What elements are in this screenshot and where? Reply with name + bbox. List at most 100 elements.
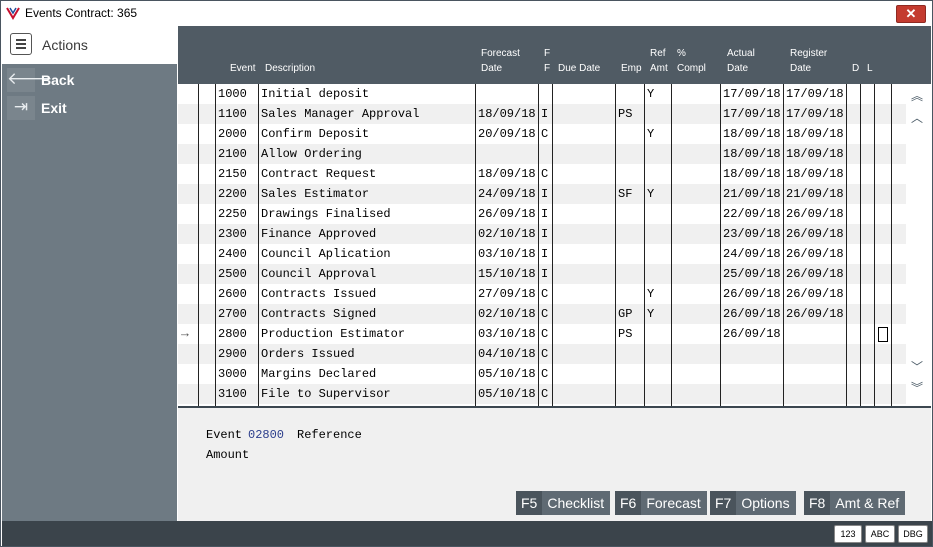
cell-register-date[interactable]: 26/09/18 <box>786 224 844 244</box>
cell-actual-date[interactable]: 22/09/18 <box>723 204 781 224</box>
col-d[interactable]: D <box>852 61 859 76</box>
cell-event[interactable]: 2200 <box>218 184 247 204</box>
cell-description[interactable]: Contract Request <box>261 164 376 184</box>
table-row[interactable]: 2400 Council Aplication 03/10/18 I 24/09/18 2… <box>178 244 931 264</box>
cell-ff[interactable]: C <box>541 124 548 144</box>
cell-actual-date[interactable]: 26/09/18 <box>723 324 781 344</box>
cell-description[interactable]: Allow Ordering <box>261 144 362 164</box>
menu-icon[interactable] <box>10 33 32 55</box>
table-row[interactable]: 2150 Contract Request 18/09/18 C 18/09/18 18/… <box>178 164 931 184</box>
cell-ref-amt[interactable]: Y <box>647 304 654 324</box>
cell-register-date[interactable]: 18/09/18 <box>786 144 844 164</box>
cell-register-date[interactable]: 26/09/18 <box>786 244 844 264</box>
close-button[interactable]: ✕ <box>896 5 926 23</box>
cell-actual-date[interactable]: 18/09/18 <box>723 164 781 184</box>
cell-description[interactable]: Drawings Finalised <box>261 204 391 224</box>
cell-event[interactable]: 2600 <box>218 284 247 304</box>
exit-button[interactable]: ⇥ Exit <box>2 96 177 120</box>
cell-actual-date[interactable]: 26/09/18 <box>723 284 781 304</box>
table-row[interactable]: 2200 Sales Estimator 24/09/18 I SF Y 21/09/18 2… <box>178 184 931 204</box>
col-ref-1[interactable]: Ref <box>650 46 666 61</box>
cell-register-date[interactable]: 21/09/18 <box>786 184 844 204</box>
cell-description[interactable]: Contracts Signed <box>261 304 376 324</box>
cell-ref-amt[interactable]: Y <box>647 184 654 204</box>
cell-forecast-date[interactable]: 15/10/18 <box>478 264 536 284</box>
col-compl-1[interactable]: % <box>677 46 686 61</box>
cell-event[interactable]: 2150 <box>218 164 247 184</box>
cell-description[interactable]: Production Estimator <box>261 324 405 344</box>
mode-123-button[interactable]: 123 <box>834 525 862 543</box>
table-row[interactable]: 2700 Contracts Signed 02/10/18 C GP Y 26/09/18… <box>178 304 931 324</box>
table-row[interactable]: 3000 Margins Declared 05/10/18 C <box>178 364 931 384</box>
cell-actual-date[interactable]: 24/09/18 <box>723 244 781 264</box>
cell-emp[interactable]: SF <box>618 184 632 204</box>
cell-ff[interactable]: C <box>541 284 548 304</box>
table-row[interactable]: 2500 Council Approval 15/10/18 I 25/09/18 26/… <box>178 264 931 284</box>
f6-forecast-button[interactable]: F6 Forecast <box>615 491 707 515</box>
cell-ref-amt[interactable]: Y <box>647 124 654 144</box>
actions-header[interactable]: Actions <box>2 26 177 64</box>
cell-ff[interactable]: I <box>541 204 548 224</box>
col-ref-2[interactable]: Amt <box>650 61 668 76</box>
cell-description[interactable]: File to Supervisor <box>261 384 391 404</box>
table-row[interactable]: 2900 Orders Issued 04/10/18 C <box>178 344 931 364</box>
cell-forecast-date[interactable]: 02/10/18 <box>478 224 536 244</box>
cell-actual-date[interactable]: 23/09/18 <box>723 224 781 244</box>
col-register-2[interactable]: Date <box>790 61 811 76</box>
col-event[interactable]: Event <box>230 61 256 76</box>
cell-register-date[interactable]: 18/09/18 <box>786 164 844 184</box>
cell-description[interactable]: Council Approval <box>261 264 376 284</box>
cell-description[interactable]: Margins Declared <box>261 364 376 384</box>
cell-event[interactable]: 2300 <box>218 224 247 244</box>
cell-ff[interactable]: C <box>541 304 548 324</box>
cell-forecast-date[interactable]: 03/10/18 <box>478 244 536 264</box>
cell-emp[interactable]: PS <box>618 104 632 124</box>
col-due-date[interactable]: Due Date <box>558 61 600 76</box>
cell-ff[interactable]: I <box>541 264 548 284</box>
cell-forecast-date[interactable]: 02/10/18 <box>478 304 536 324</box>
scroll-up-icon[interactable]: ︿ <box>911 112 923 124</box>
col-actual-2[interactable]: Date <box>727 61 748 76</box>
cell-forecast-date[interactable]: 05/10/18 <box>478 384 536 404</box>
col-l[interactable]: L <box>867 61 873 76</box>
cell-event[interactable]: 1000 <box>218 84 247 104</box>
cell-actual-date[interactable]: 25/09/18 <box>723 264 781 284</box>
cell-register-date[interactable]: 26/09/18 <box>786 284 844 304</box>
col-emp[interactable]: Emp <box>621 61 642 76</box>
cell-forecast-date[interactable]: 26/09/18 <box>478 204 536 224</box>
cell-ff[interactable]: C <box>541 364 548 384</box>
cell-register-date[interactable]: 26/09/18 <box>786 204 844 224</box>
f7-options-button[interactable]: F7 Options <box>710 491 796 515</box>
mode-dbg-button[interactable]: DBG <box>898 525 928 543</box>
table-row[interactable]: 2800 Production Estimator 03/10/18 C PS 26/09… <box>178 324 931 344</box>
cell-register-date[interactable]: 18/09/18 <box>786 124 844 144</box>
f5-checklist-button[interactable]: F5 Checklist <box>516 491 611 515</box>
cell-register-date[interactable]: 17/09/18 <box>786 104 844 124</box>
cell-ff[interactable]: C <box>541 344 548 364</box>
cell-event[interactable]: 2000 <box>218 124 247 144</box>
cell-event[interactable]: 2250 <box>218 204 247 224</box>
cell-ff[interactable]: I <box>541 244 548 264</box>
cell-event[interactable]: 2500 <box>218 264 247 284</box>
col-description[interactable]: Description <box>265 61 315 76</box>
col-forecast-1[interactable]: Forecast <box>481 46 520 61</box>
cell-description[interactable]: Sales Manager Approval <box>261 104 419 124</box>
scroll-top-icon[interactable]: ︽ <box>911 90 923 102</box>
cell-forecast-date[interactable]: 27/09/18 <box>478 284 536 304</box>
cell-event[interactable]: 2100 <box>218 144 247 164</box>
col-forecast-2[interactable]: Date <box>481 61 502 76</box>
cell-actual-date[interactable]: 21/09/18 <box>723 184 781 204</box>
cell-emp[interactable]: GP <box>618 304 632 324</box>
cell-emp[interactable]: PS <box>618 324 632 344</box>
table-row[interactable]: 2300 Finance Approved 02/10/18 I 23/09/18 26/… <box>178 224 931 244</box>
cell-actual-date[interactable]: 17/09/18 <box>723 84 781 104</box>
cell-register-date[interactable]: 17/09/18 <box>786 84 844 104</box>
cell-event[interactable]: 2400 <box>218 244 247 264</box>
cell-description[interactable]: Confirm Deposit <box>261 124 369 144</box>
table-row[interactable]: 2250 Drawings Finalised 26/09/18 I 22/09/18 2… <box>178 204 931 224</box>
cell-description[interactable]: Sales Estimator <box>261 184 369 204</box>
cell-forecast-date[interactable]: 18/09/18 <box>478 164 536 184</box>
cell-event[interactable]: 2800 <box>218 324 247 344</box>
cell-forecast-date[interactable]: 04/10/18 <box>478 344 536 364</box>
f8-amt-ref-button[interactable]: F8 Amt & Ref <box>804 491 906 515</box>
